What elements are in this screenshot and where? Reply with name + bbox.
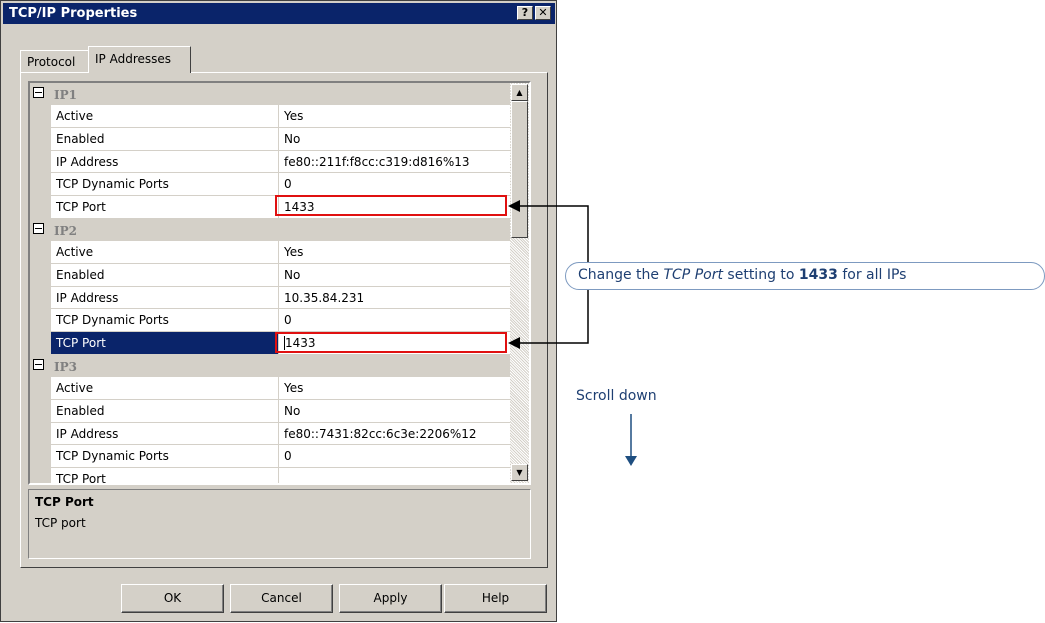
scroll-down-label: Scroll down [576,388,657,404]
callout-suffix: for all IPs [837,267,907,283]
arrowhead-ip2-icon [508,337,520,349]
annotation-callout: Change the TCP Port setting to 1433 for … [565,262,1045,290]
arrowhead-ip1-icon [508,200,520,212]
callout-em: TCP Port [663,267,723,283]
callout-middle: setting to [722,267,799,283]
annotation-connector [508,200,637,466]
tab-ip-addresses[interactable]: IP Addresses [88,46,191,73]
scroll-down-arrow-annotation-icon [625,456,637,466]
callout-prefix: Change the [578,267,664,283]
callout-bold: 1433 [798,267,838,283]
